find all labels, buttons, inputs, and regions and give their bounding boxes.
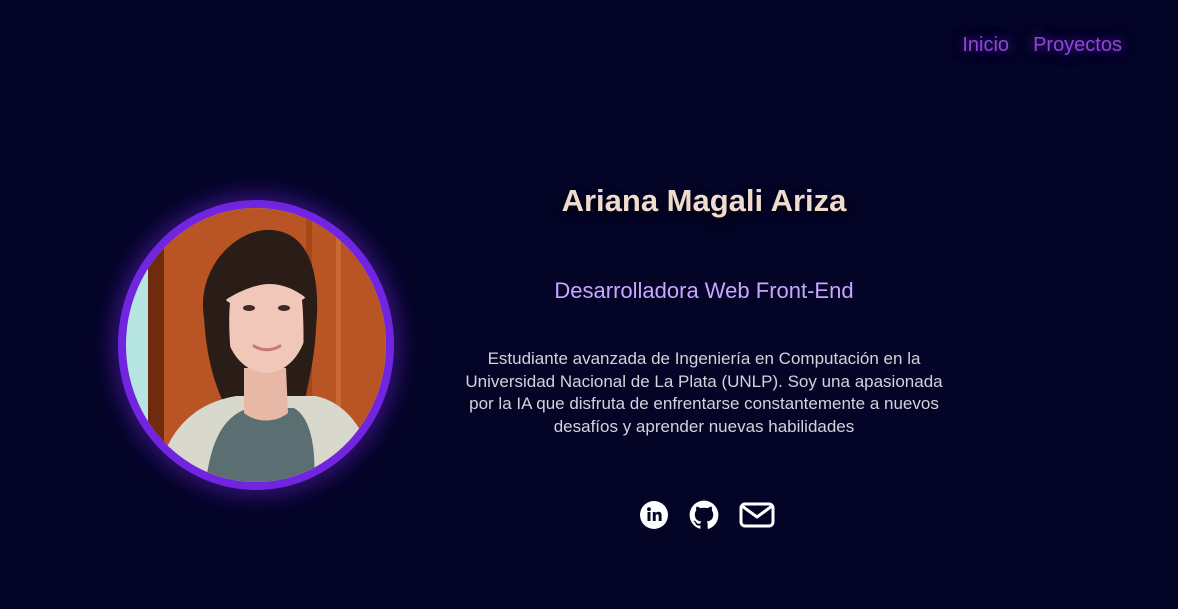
profile-photo [126, 208, 386, 482]
email-link[interactable] [739, 499, 775, 531]
profile-name: Ariana Magali Ariza [561, 183, 847, 218]
linkedin-icon [640, 501, 668, 529]
profile-role: Desarrolladora Web Front-End [554, 278, 854, 303]
linkedin-link[interactable] [639, 499, 669, 531]
page: Inicio Proyectos Ariana Magali Ariza Des… [0, 0, 1178, 609]
nav-link-proyectos[interactable]: Proyectos [1033, 34, 1122, 57]
avatar [126, 208, 386, 482]
social-links [404, 499, 1004, 531]
profile-bio: Estudiante avanzada de Ingeniería en Com… [465, 349, 943, 436]
email-icon [739, 502, 775, 528]
avatar-frame [118, 200, 394, 490]
nav-link-inicio[interactable]: Inicio [962, 34, 1009, 57]
top-nav: Inicio Proyectos [962, 34, 1122, 57]
github-icon [689, 500, 719, 529]
github-link[interactable] [689, 499, 719, 531]
